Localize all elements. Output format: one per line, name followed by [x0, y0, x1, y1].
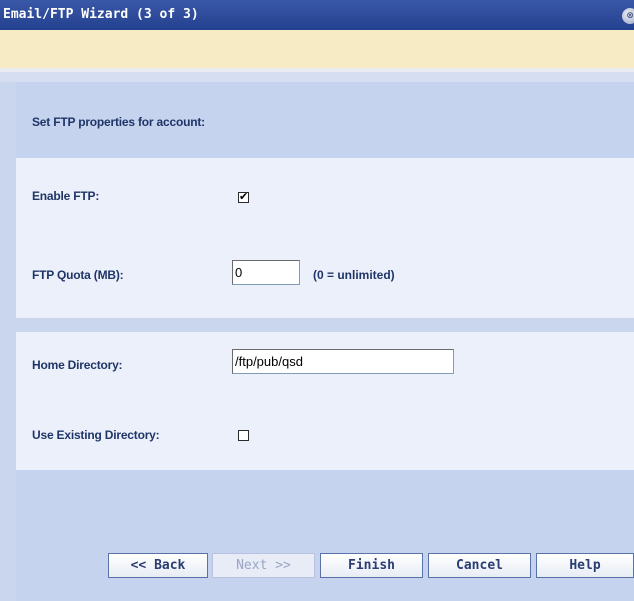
ftp-quota-hint: (0 = unlimited) [313, 268, 395, 282]
home-directory-label: Home Directory: [32, 358, 123, 372]
ftp-quota-input[interactable]: 0 [232, 260, 300, 285]
section-heading: Set FTP properties for account: [32, 115, 205, 129]
home-directory-input[interactable]: /ftp/pub/qsd [232, 349, 454, 374]
wizard-dialog: Email/FTP Wizard (3 of 3) ⊗ Set FTP prop… [0, 0, 634, 601]
cancel-button[interactable]: Cancel [428, 553, 531, 578]
notice-bar [0, 30, 634, 68]
section-header: Set FTP properties for account: [16, 82, 634, 158]
use-existing-directory-label: Use Existing Directory: [32, 428, 160, 442]
divider-strip [0, 68, 634, 82]
button-bar [16, 470, 634, 601]
close-icon[interactable]: ⊗ [622, 8, 634, 24]
window-title: Email/FTP Wizard (3 of 3) [3, 7, 199, 22]
ftp-quota-label: FTP Quota (MB): [32, 268, 124, 282]
help-button[interactable]: Help [536, 553, 634, 578]
next-button[interactable]: Next >> [212, 553, 315, 578]
back-button[interactable]: << Back [108, 553, 208, 578]
directory-group: Home Directory: /ftp/pub/qsd Use Existin… [16, 332, 634, 470]
title-bar: Email/FTP Wizard (3 of 3) ⊗ [0, 0, 634, 30]
enable-ftp-checkbox[interactable]: ✔ [238, 192, 249, 203]
ftp-settings-group: Enable FTP: ✔ FTP Quota (MB): 0 (0 = unl… [16, 158, 634, 318]
enable-ftp-label: Enable FTP: [32, 189, 100, 203]
use-existing-directory-checkbox[interactable] [238, 430, 249, 441]
finish-button[interactable]: Finish [320, 553, 423, 578]
